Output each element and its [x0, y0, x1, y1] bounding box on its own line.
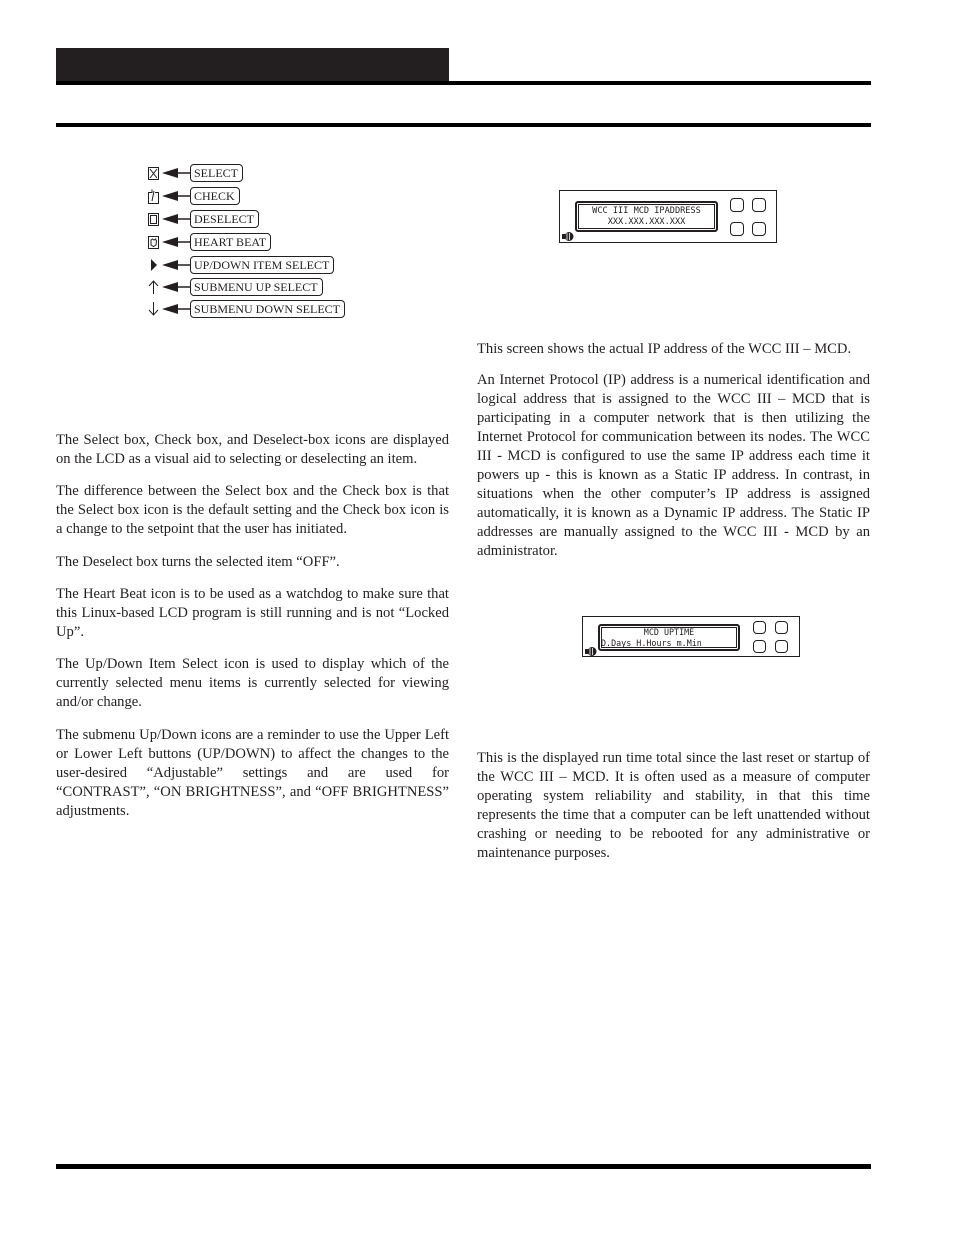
legend-label: CHECK	[190, 187, 240, 205]
legend-label: DESELECT	[190, 210, 259, 228]
lcd-line-1: WCC III MCD IPADDRESS	[592, 206, 701, 216]
legend-item-submenu-down: SUBMENU DOWN SELECT	[146, 299, 345, 319]
paragraph-select-icons: The Select box, Check box, and Deselect-…	[56, 432, 449, 467]
pointer-arrow-icon	[162, 168, 190, 178]
pointer-arrow-icon	[162, 191, 190, 201]
lcd-button-upper-left[interactable]	[730, 198, 744, 212]
paragraph-ip-address-explanation: An Internet Protocol (IP) address is a n…	[477, 372, 870, 559]
paragraph-heart-beat: The Heart Beat icon is to be used as a w…	[56, 586, 449, 640]
paragraph-up-down-item-select: The Up/Down Item Select icon is used to …	[56, 656, 449, 710]
legend-item-submenu-up: SUBMENU UP SELECT	[146, 277, 323, 297]
pointer-arrow-icon	[162, 237, 190, 247]
paragraph-deselect: The Deselect box turns the selected item…	[56, 554, 340, 570]
lcd-button-upper-right[interactable]	[775, 621, 788, 634]
pointer-arrow-icon	[162, 304, 190, 314]
legend-item-heart-beat: HEART BEAT	[146, 232, 272, 252]
pointer-arrow-icon	[162, 260, 190, 270]
lcd-line-1: MCD UPTIME	[643, 627, 695, 637]
footer-rule	[56, 1164, 871, 1169]
heart-beat-icon	[146, 234, 160, 250]
lcd-button-lower-right[interactable]	[775, 640, 788, 653]
lcd-uptime-display: MCD UPTIME D.Days H.Hours m.Min	[582, 616, 800, 657]
check-box-icon	[146, 188, 160, 204]
heart-beat-icon	[562, 232, 574, 241]
legend-item-check: CHECK	[146, 186, 240, 206]
lcd-button-lower-right[interactable]	[752, 222, 766, 236]
lcd-line-2: D.Days H.Hours m.Min	[601, 638, 702, 648]
lcd-button-lower-left[interactable]	[730, 222, 744, 236]
up-down-item-select-icon	[146, 257, 160, 273]
lcd-button-lower-left[interactable]	[753, 640, 766, 653]
submenu-down-arrow-icon	[146, 301, 160, 317]
paragraph-submenu-icons: The submenu Up/Down icons are a reminder…	[56, 727, 449, 819]
legend-item-deselect: DESELECT	[146, 209, 259, 229]
legend-label: UP/DOWN ITEM SELECT	[190, 256, 335, 274]
legend-label: SELECT	[190, 164, 243, 182]
legend-label: HEART BEAT	[190, 233, 272, 251]
legend-label: SUBMENU DOWN SELECT	[190, 300, 345, 318]
lcd-ip-address-display: WCC III MCD IPADDRESS XXX.XXX.XXX.XXX	[559, 190, 777, 243]
legend-item-select: SELECT	[146, 163, 243, 183]
heart-beat-icon	[585, 647, 597, 656]
submenu-up-arrow-icon	[146, 279, 160, 295]
legend-item-up-down-select: UP/DOWN ITEM SELECT	[146, 255, 335, 275]
lcd-button-upper-right[interactable]	[752, 198, 766, 212]
section-rule	[56, 123, 871, 127]
lcd-screen: MCD UPTIME D.Days H.Hours m.Min	[598, 624, 740, 651]
paragraph-ip-screen-intro: This screen shows the actual IP address …	[477, 341, 852, 357]
lcd-line-2: XXX.XXX.XXX.XXX	[607, 217, 686, 227]
paragraph-select-vs-check: The difference between the Select box an…	[56, 483, 449, 537]
legend-label: SUBMENU UP SELECT	[190, 278, 323, 296]
paragraph-uptime-explanation: This is the displayed run time total sin…	[477, 750, 870, 861]
deselect-box-icon	[146, 211, 160, 227]
pointer-arrow-icon	[162, 214, 190, 224]
header-rule	[56, 81, 871, 85]
lcd-button-upper-left[interactable]	[753, 621, 766, 634]
header-bar	[56, 48, 449, 82]
pointer-arrow-icon	[162, 282, 190, 292]
lcd-screen: WCC III MCD IPADDRESS XXX.XXX.XXX.XXX	[575, 201, 718, 232]
select-box-icon	[146, 165, 160, 181]
